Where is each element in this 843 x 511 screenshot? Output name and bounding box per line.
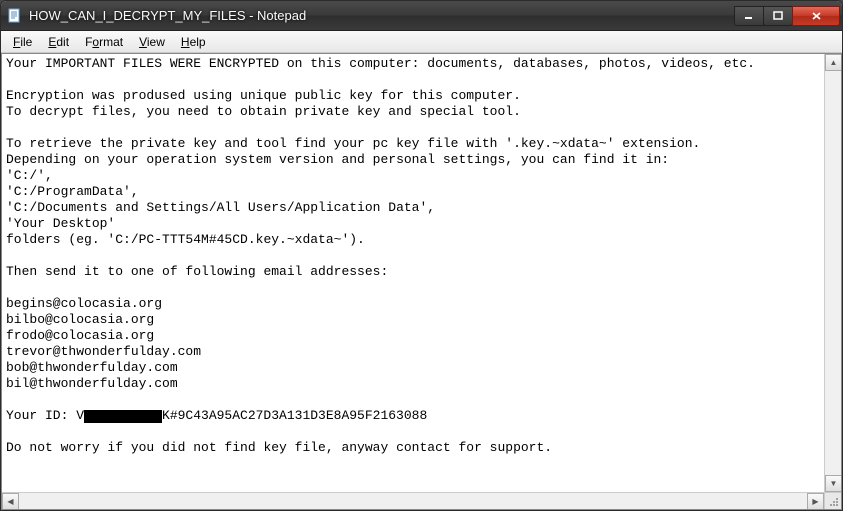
titlebar[interactable]: HOW_CAN_I_DECRYPT_MY_FILES - Notepad [1,1,842,31]
menu-edit[interactable]: Edit [40,33,77,51]
redacted-block [84,410,162,423]
text-line: 'C:/ProgramData', [6,184,139,199]
horizontal-scrollbar[interactable]: ◀ ▶ [2,492,824,509]
text-line: 'C:/', [6,168,53,183]
text-line: bilbo@colocasia.org [6,312,154,327]
scroll-up-button[interactable]: ▲ [825,54,842,71]
notepad-window: HOW_CAN_I_DECRYPT_MY_FILES - Notepad Fil… [0,0,843,511]
window-controls [735,6,840,26]
text-line: Depending on your operation system versi… [6,152,669,167]
text-line: 'C:/Documents and Settings/All Users/App… [6,200,435,215]
text-line: trevor@thwonderfulday.com [6,344,201,359]
text-area[interactable]: Your IMPORTANT FILES WERE ENCRYPTED on t… [2,54,824,492]
scroll-track-v[interactable] [825,71,841,475]
text-line: 'Your Desktop' [6,216,115,231]
text-line: begins@colocasia.org [6,296,162,311]
text-line: To decrypt files, you need to obtain pri… [6,104,521,119]
text-line: bil@thwonderfulday.com [6,376,178,391]
grip-icon [829,497,839,507]
close-button[interactable] [792,6,840,26]
menu-format[interactable]: Format [77,33,131,51]
notepad-icon [7,8,23,24]
text-line: Encryption was prodused using unique pub… [6,88,521,103]
minimize-button[interactable] [734,6,764,26]
text-line: Then send it to one of following email a… [6,264,388,279]
resize-grip[interactable] [824,492,841,509]
menubar: File Edit Format View Help [1,31,842,53]
text-line: frodo@colocasia.org [6,328,154,343]
menu-help[interactable]: Help [173,33,214,51]
scroll-track-h[interactable] [19,493,807,509]
vertical-scrollbar[interactable]: ▲ ▼ [824,54,841,492]
text-area-container: Your IMPORTANT FILES WERE ENCRYPTED on t… [1,53,842,510]
maximize-button[interactable] [763,6,793,26]
window-title: HOW_CAN_I_DECRYPT_MY_FILES - Notepad [29,8,735,23]
menu-file[interactable]: File [5,33,40,51]
menu-view[interactable]: View [131,33,173,51]
text-line: Your IMPORTANT FILES WERE ENCRYPTED on t… [6,56,755,71]
id-suffix: K#9C43A95AC27D3A131D3E8A95F2163088 [162,408,427,423]
text-line: To retrieve the private key and tool fin… [6,136,700,151]
text-line: Do not worry if you did not find key fil… [6,440,552,455]
scroll-down-button[interactable]: ▼ [825,475,842,492]
text-line: folders (eg. 'C:/PC-TTT54M#45CD.key.~xda… [6,232,365,247]
id-prefix: Your ID: V [6,408,84,423]
scroll-left-button[interactable]: ◀ [2,493,19,510]
scroll-right-button[interactable]: ▶ [807,493,824,510]
text-line: bob@thwonderfulday.com [6,360,178,375]
